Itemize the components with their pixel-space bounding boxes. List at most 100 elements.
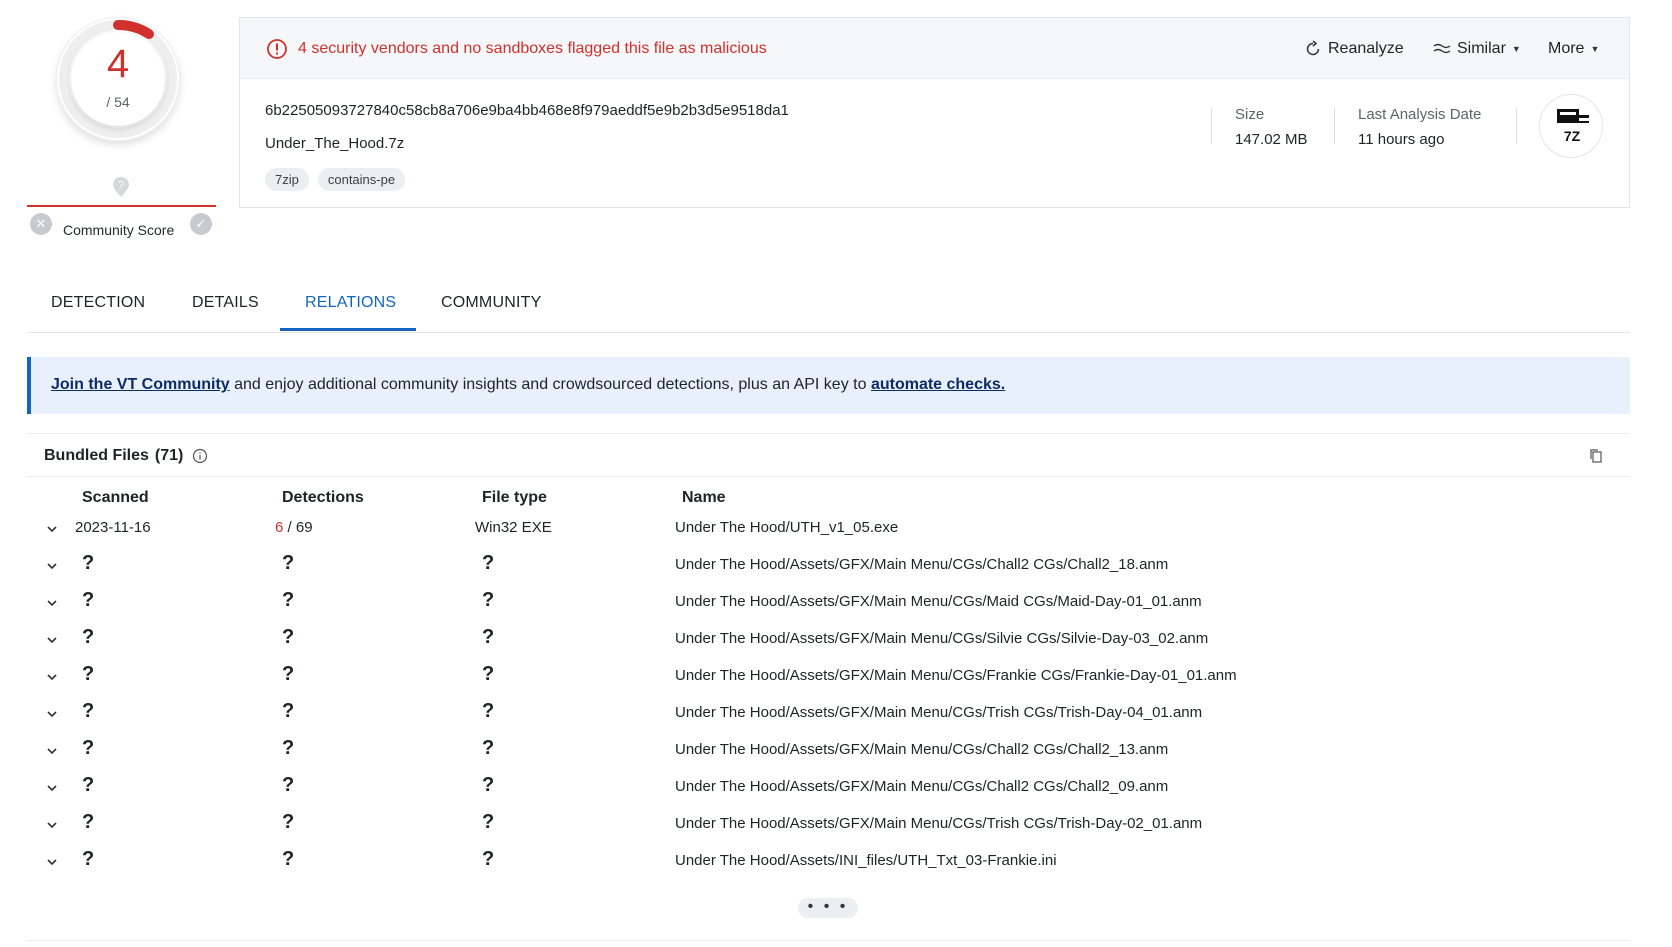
chevron-down-icon[interactable]: [44, 669, 60, 685]
community-score-bar: [27, 205, 216, 207]
score-center: 4 / 54: [71, 32, 165, 126]
similar-icon: [1433, 43, 1451, 54]
file-name: Under_The_Hood.7z: [265, 135, 405, 152]
scanned-date: 2023-11-16: [75, 519, 151, 536]
chevron-down-icon[interactable]: [44, 521, 60, 537]
table-row[interactable]: ? ? ? Under The Hood/Assets/GFX/Main Men…: [27, 733, 1630, 770]
svg-text:?: ?: [118, 180, 124, 191]
active-tab-indicator: [280, 328, 416, 331]
size-label: Size: [1235, 106, 1265, 123]
more-dropdown[interactable]: More ▼: [1548, 38, 1599, 60]
scanned-date: ?: [82, 700, 95, 722]
table-row[interactable]: 2023-11-16 6 / 69 Win32 EXE Under The Ho…: [27, 511, 1630, 548]
file-path[interactable]: Under The Hood/Assets/INI_files/UTH_Txt_…: [675, 852, 1057, 869]
chevron-down-icon[interactable]: [44, 706, 60, 722]
detections-ratio: ?: [282, 552, 295, 574]
chevron-down-icon[interactable]: [44, 743, 60, 759]
file-type: ?: [482, 811, 495, 833]
chevron-down-icon[interactable]: [44, 854, 60, 870]
more-label: More: [1548, 40, 1585, 57]
column-header-file-type[interactable]: File type: [482, 489, 547, 507]
banner-text: Join the VT Community and enjoy addition…: [51, 376, 1005, 394]
alert-circle-icon: [267, 39, 287, 59]
table-row[interactable]: ? ? ? Under The Hood/Assets/GFX/Main Men…: [27, 696, 1630, 733]
scanned-date: ?: [82, 737, 95, 759]
similar-dropdown[interactable]: Similar ▼: [1433, 38, 1521, 60]
tab-relations[interactable]: RELATIONS: [305, 294, 396, 312]
column-header-name[interactable]: Name: [682, 489, 726, 507]
file-path[interactable]: Under The Hood/Assets/GFX/Main Menu/CGs/…: [675, 556, 1168, 573]
file-path[interactable]: Under The Hood/Assets/GFX/Main Menu/CGs/…: [675, 704, 1202, 721]
last-analysis-value: 11 hours ago: [1358, 131, 1445, 148]
file-type: ?: [482, 700, 495, 722]
divider: [27, 940, 1630, 941]
reanalyze-button[interactable]: Reanalyze: [1304, 38, 1404, 60]
scanned-date: ?: [82, 811, 95, 833]
file-path[interactable]: Under The Hood/Assets/GFX/Main Menu/CGs/…: [675, 815, 1202, 832]
file-type: Win32 EXE: [475, 519, 552, 536]
file-path[interactable]: Under The Hood/Assets/GFX/Main Menu/CGs/…: [675, 741, 1168, 758]
detections-ratio: ?: [282, 848, 295, 870]
file-type-icon: 7Z: [1539, 94, 1603, 158]
chevron-down-icon[interactable]: [44, 595, 60, 611]
bundled-files-label: Bundled Files: [44, 447, 149, 464]
file-type: ?: [482, 663, 495, 685]
scanned-date: ?: [82, 663, 95, 685]
scanned-date: ?: [82, 626, 95, 648]
file-tags: 7zip contains-pe: [265, 168, 406, 191]
scanned-date: ?: [82, 848, 95, 870]
file-type: ?: [482, 626, 495, 648]
table-row[interactable]: ? ? ? Under The Hood/Assets/GFX/Main Men…: [27, 659, 1630, 696]
last-analysis-label: Last Analysis Date: [1358, 106, 1482, 123]
scanned-date: ?: [82, 589, 95, 611]
tab-detection[interactable]: DETECTION: [51, 294, 145, 312]
file-type: ?: [482, 848, 495, 870]
chevron-down-icon[interactable]: [44, 632, 60, 648]
automate-checks-link[interactable]: automate checks.: [871, 376, 1005, 393]
tab-details[interactable]: DETAILS: [192, 294, 259, 312]
file-path[interactable]: Under The Hood/Assets/GFX/Main Menu/CGs/…: [675, 778, 1168, 795]
column-header-scanned[interactable]: Scanned: [82, 489, 149, 507]
bundled-files-header: Bundled Files (71): [27, 433, 1630, 477]
chevron-down-icon[interactable]: [44, 558, 60, 574]
total-engines: / 54: [106, 94, 130, 110]
vote-harmless-icon[interactable]: ✓: [190, 213, 212, 235]
chevron-down-icon: ▼: [1511, 44, 1521, 54]
copy-icon[interactable]: [1588, 448, 1604, 464]
file-path[interactable]: Under The Hood/Assets/GFX/Main Menu/CGs/…: [675, 593, 1202, 610]
table-row[interactable]: ? ? ? Under The Hood/Assets/GFX/Main Men…: [27, 585, 1630, 622]
table-row[interactable]: ? ? ? Under The Hood/Assets/GFX/Main Men…: [27, 548, 1630, 585]
load-more-button[interactable]: • • •: [798, 898, 858, 918]
community-banner: Join the VT Community and enjoy addition…: [27, 357, 1630, 414]
divider: [1211, 108, 1212, 144]
file-path[interactable]: Under The Hood/Assets/GFX/Main Menu/CGs/…: [675, 630, 1208, 647]
join-community-link[interactable]: Join the VT Community: [51, 376, 230, 393]
archive-7z-icon: 7Z: [1557, 109, 1589, 144]
reanalyze-label: Reanalyze: [1328, 40, 1404, 57]
column-header-detections[interactable]: Detections: [282, 489, 364, 507]
bundled-files-title: Bundled Files (71): [44, 447, 183, 465]
file-path[interactable]: Under The Hood/Assets/GFX/Main Menu/CGs/…: [675, 667, 1237, 684]
detection-score-gauge: 4 / 54: [56, 17, 180, 141]
chevron-down-icon[interactable]: [44, 817, 60, 833]
tag-contains-pe[interactable]: contains-pe: [317, 168, 406, 191]
table-row[interactable]: ? ? ? Under The Hood/Assets/GFX/Main Men…: [27, 622, 1630, 659]
size-value: 147.02 MB: [1235, 131, 1308, 148]
chevron-down-icon[interactable]: [44, 780, 60, 796]
info-icon[interactable]: [192, 448, 208, 464]
tag-7zip[interactable]: 7zip: [265, 168, 309, 191]
file-hash[interactable]: 6b22505093727840c58cb8a706e9ba4bb468e8f9…: [265, 102, 789, 119]
detections-total: / 69: [283, 519, 313, 536]
table-row[interactable]: ? ? ? Under The Hood/Assets/GFX/Main Men…: [27, 770, 1630, 807]
detections-ratio: ?: [282, 626, 295, 648]
vote-malicious-icon[interactable]: ✕: [30, 213, 52, 235]
file-type: ?: [482, 737, 495, 759]
file-path[interactable]: Under The Hood/UTH_v1_05.exe: [675, 519, 898, 536]
detections-ratio: ?: [282, 811, 295, 833]
positives-count: 4: [106, 42, 130, 86]
detections-ratio[interactable]: 6 / 69: [275, 519, 313, 536]
table-row[interactable]: ? ? ? Under The Hood/Assets/INI_files/UT…: [27, 844, 1630, 881]
tab-community[interactable]: COMMUNITY: [441, 294, 541, 312]
table-row[interactable]: ? ? ? Under The Hood/Assets/GFX/Main Men…: [27, 807, 1630, 844]
community-score-label: Community Score: [63, 222, 175, 238]
